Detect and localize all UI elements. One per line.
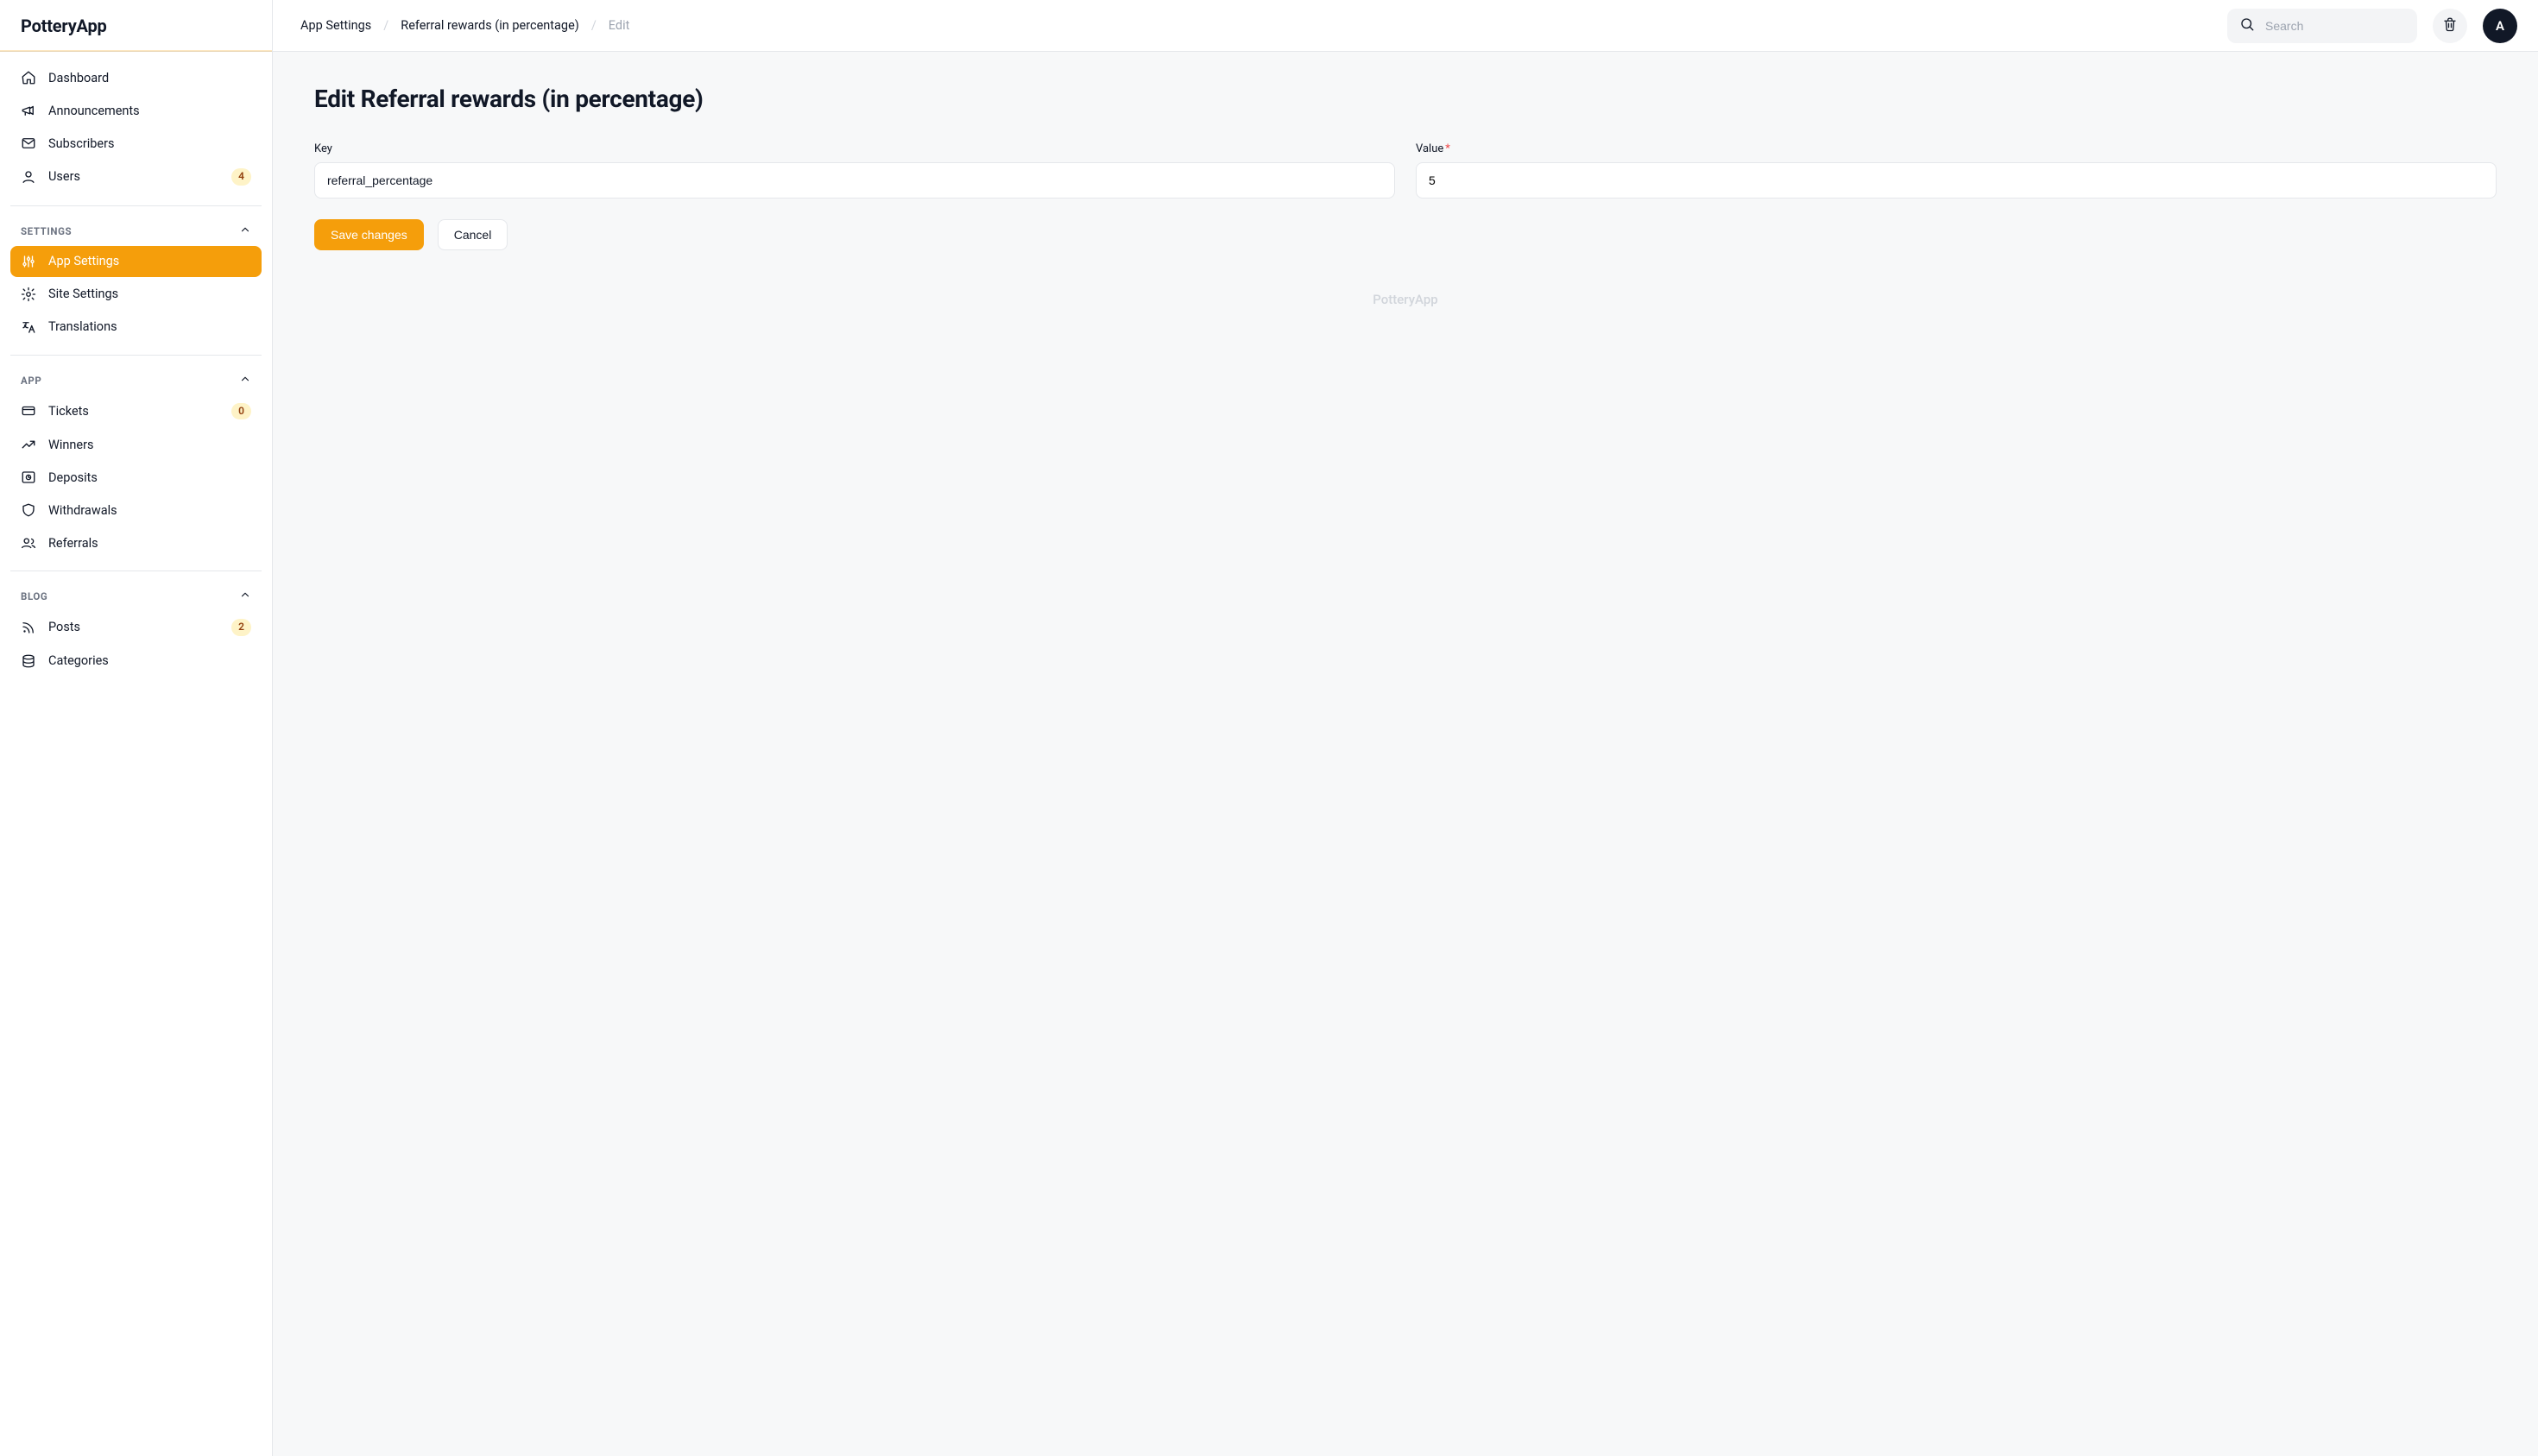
form-actions: Save changes Cancel	[314, 219, 2497, 250]
avatar-initial: A	[2496, 18, 2504, 34]
breadcrumb: App Settings / Referral rewards (in perc…	[300, 18, 2212, 33]
sidebar-item-withdrawals[interactable]: Withdrawals	[10, 495, 262, 526]
trend-icon	[21, 437, 36, 452]
chevron-up-icon	[239, 224, 251, 239]
breadcrumb-separator: /	[591, 18, 597, 33]
sidebar-item-label: Deposits	[48, 470, 251, 485]
sidebar-item-label: Posts	[48, 620, 219, 634]
breadcrumb-app-settings[interactable]: App Settings	[300, 18, 371, 33]
sidebar-item-deposits[interactable]: Deposits	[10, 462, 262, 493]
section-title: SETTINGS	[21, 225, 72, 237]
vault-icon	[21, 470, 36, 485]
sidebar-item-label: Subscribers	[48, 136, 251, 151]
brand-text: PotteryApp	[21, 16, 107, 36]
main-content: App Settings / Referral rewards (in perc…	[273, 0, 2538, 1456]
sidebar-item-posts[interactable]: Posts 2	[10, 611, 262, 644]
field-value: Value*	[1416, 142, 2497, 199]
count-badge: 0	[231, 403, 251, 420]
sidebar-item-translations[interactable]: Translations	[10, 312, 262, 343]
value-label-text: Value	[1416, 142, 1443, 155]
translate-icon	[21, 319, 36, 335]
key-input[interactable]	[314, 162, 1395, 199]
sidebar-item-label: App Settings	[48, 254, 251, 268]
field-key: Key	[314, 142, 1395, 199]
section-title: APP	[21, 375, 41, 387]
search-icon	[2239, 16, 2255, 35]
breadcrumb-referral-rewards[interactable]: Referral rewards (in percentage)	[401, 18, 579, 33]
sidebar-item-label: Categories	[48, 653, 251, 668]
sidebar-item-label: Translations	[48, 319, 251, 334]
mail-icon	[21, 136, 36, 151]
trash-icon	[2442, 16, 2458, 35]
sidebar-item-referrals[interactable]: Referrals	[10, 527, 262, 558]
breadcrumb-current: Edit	[609, 18, 630, 33]
users-icon	[21, 535, 36, 551]
sidebar-item-label: Withdrawals	[48, 503, 251, 518]
value-input[interactable]	[1416, 162, 2497, 199]
sidebar-item-label: Tickets	[48, 404, 219, 419]
sidebar: PotteryApp Dashboard Announcements Subsc…	[0, 0, 273, 1456]
sidebar-item-label: Referrals	[48, 536, 251, 551]
sidebar-item-announcements[interactable]: Announcements	[10, 95, 262, 126]
megaphone-icon	[21, 103, 36, 118]
sidebar-item-subscribers[interactable]: Subscribers	[10, 128, 262, 159]
page-content: Edit Referral rewards (in percentage) Ke…	[273, 52, 2538, 340]
user-icon	[21, 169, 36, 185]
chevron-up-icon	[239, 373, 251, 388]
watermark: PotteryApp	[314, 292, 2497, 307]
section-head-settings[interactable]: SETTINGS	[10, 218, 262, 246]
save-button[interactable]: Save changes	[314, 219, 424, 250]
section-head-blog[interactable]: BLOG	[10, 583, 262, 611]
delete-button[interactable]	[2433, 9, 2467, 43]
required-asterisk: *	[1445, 142, 1450, 155]
sidebar-nav: Dashboard Announcements Subscribers User…	[0, 52, 272, 1456]
sidebar-item-label: Site Settings	[48, 287, 251, 301]
avatar[interactable]: A	[2483, 9, 2517, 43]
card-icon	[21, 403, 36, 419]
sidebar-item-site-settings[interactable]: Site Settings	[10, 279, 262, 310]
sidebar-item-app-settings[interactable]: App Settings	[10, 246, 262, 277]
gear-icon	[21, 287, 36, 302]
section-head-app[interactable]: APP	[10, 368, 262, 395]
sliders-icon	[21, 254, 36, 269]
value-label: Value*	[1416, 142, 2497, 155]
home-icon	[21, 70, 36, 85]
chevron-up-icon	[239, 589, 251, 604]
search-box[interactable]	[2227, 9, 2417, 43]
count-badge: 2	[231, 619, 251, 636]
sidebar-item-dashboard[interactable]: Dashboard	[10, 62, 262, 93]
sidebar-item-categories[interactable]: Categories	[10, 646, 262, 677]
breadcrumb-separator: /	[383, 18, 388, 33]
sidebar-item-label: Announcements	[48, 104, 251, 118]
section-title: BLOG	[21, 590, 47, 602]
count-badge: 4	[231, 168, 251, 186]
key-label: Key	[314, 142, 1395, 155]
shield-icon	[21, 502, 36, 518]
cancel-button[interactable]: Cancel	[438, 219, 508, 250]
sidebar-item-label: Users	[48, 169, 219, 184]
sidebar-item-label: Dashboard	[48, 71, 251, 85]
brand-logo[interactable]: PotteryApp	[0, 0, 272, 52]
search-input[interactable]	[2263, 18, 2405, 34]
sidebar-item-tickets[interactable]: Tickets 0	[10, 395, 262, 428]
sidebar-item-label: Winners	[48, 438, 251, 452]
form-row: Key Value*	[314, 142, 2497, 199]
topbar: App Settings / Referral rewards (in perc…	[273, 0, 2538, 52]
page-title: Edit Referral rewards (in percentage)	[314, 85, 2497, 113]
sidebar-item-users[interactable]: Users 4	[10, 161, 262, 193]
rss-icon	[21, 620, 36, 635]
sidebar-item-winners[interactable]: Winners	[10, 429, 262, 460]
db-icon	[21, 653, 36, 669]
